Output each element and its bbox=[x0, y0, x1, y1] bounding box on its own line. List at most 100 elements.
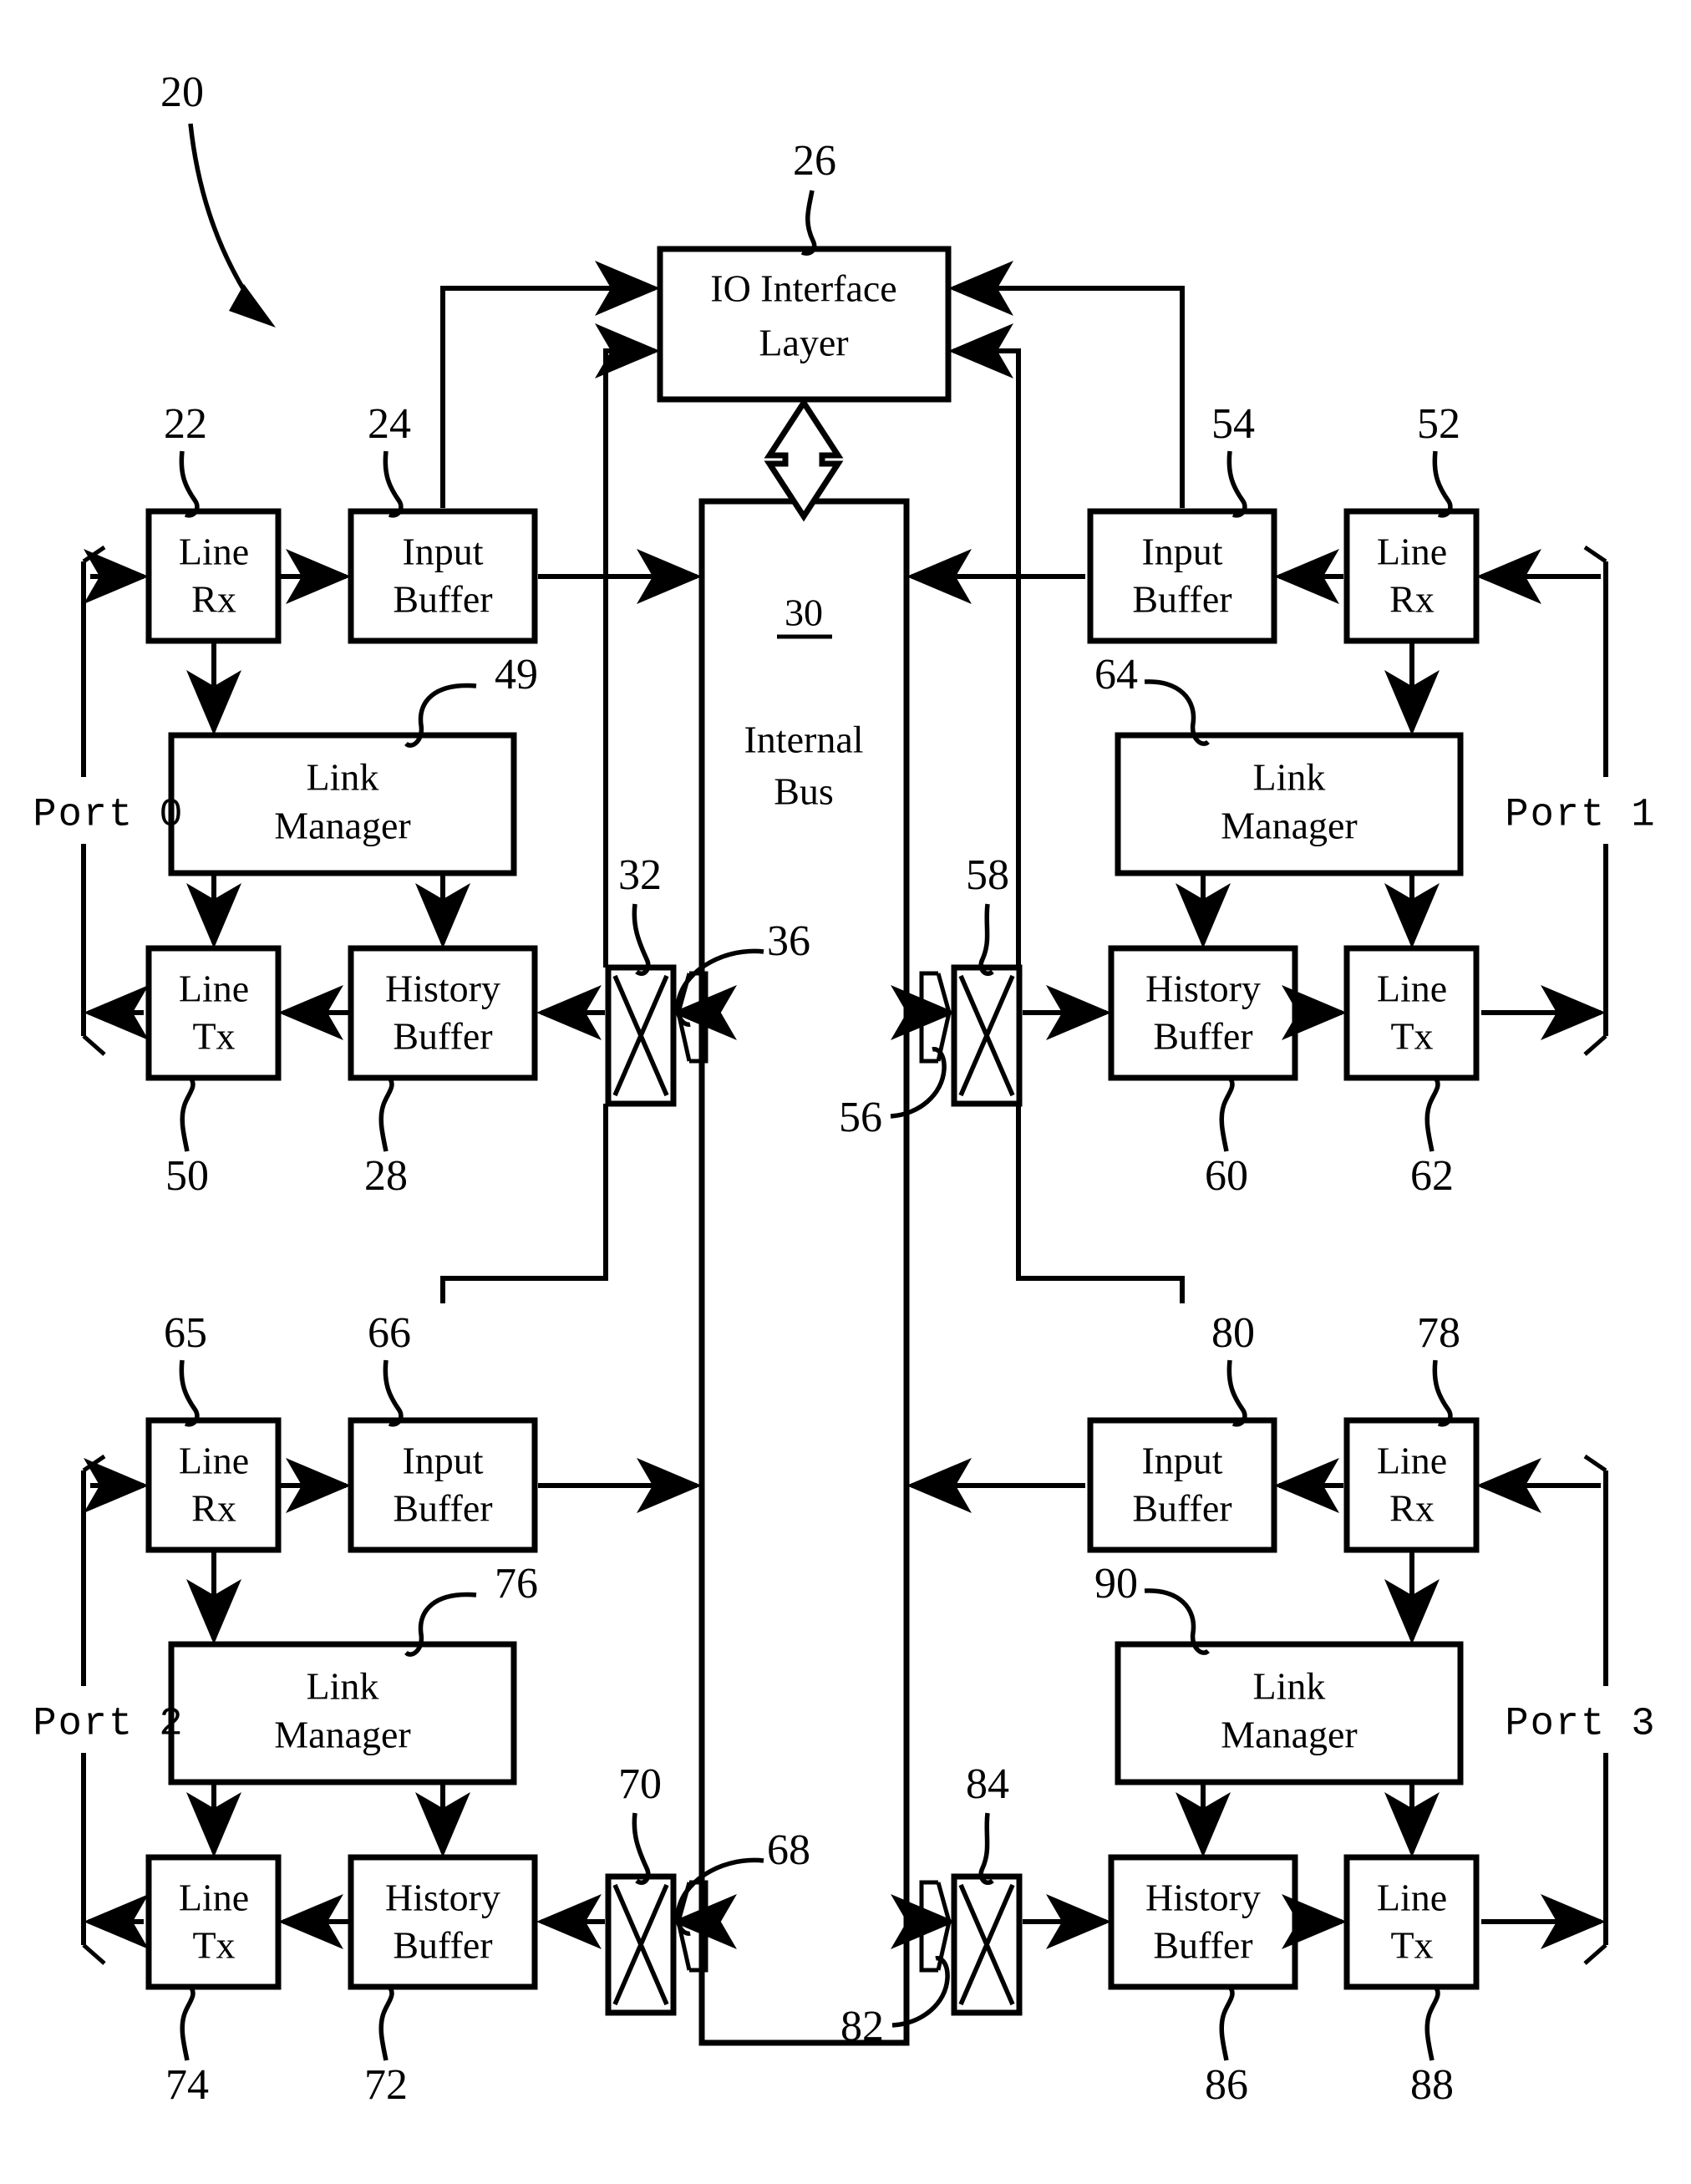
port3-input-buffer-group: Input Buffer 80 bbox=[1087, 1309, 1277, 1553]
port3-tap-lower bbox=[919, 1924, 938, 1973]
ref-numeral-72: 72 bbox=[364, 2061, 408, 2109]
port0-link-manager-label-line1: Link bbox=[307, 756, 379, 799]
leader-line-62 bbox=[1424, 1076, 1440, 1152]
ref-numeral-66: 66 bbox=[368, 1309, 411, 1357]
port2-bracket-tip-bottom bbox=[82, 1943, 106, 1965]
port1-input-buffer-label-line1: Input bbox=[1141, 531, 1222, 573]
ref-numeral-88: 88 bbox=[1410, 2061, 1454, 2109]
ref-numeral-20: 20 bbox=[160, 69, 204, 116]
port1-link-manager-label-line2: Manager bbox=[1221, 805, 1357, 847]
port3-history-buffer-label-line1: History bbox=[1145, 1877, 1261, 1919]
port3-line-tx-label-line2: Tx bbox=[1390, 1924, 1433, 1967]
port0-history-buffer-label-line2: Buffer bbox=[393, 1015, 492, 1058]
port0-history-buffer-label-line1: History bbox=[385, 968, 500, 1010]
port1-link-manager-label-line1: Link bbox=[1253, 756, 1326, 799]
ref-numeral-86: 86 bbox=[1205, 2061, 1248, 2109]
leader-line-86 bbox=[1219, 1985, 1235, 2061]
patent-figure-canvas: IO Interface Layer 26 30 Internal Bus Li… bbox=[0, 0, 1691, 2184]
ref-numeral-64: 64 bbox=[1094, 651, 1138, 698]
port2-input-buffer-label-line2: Buffer bbox=[393, 1487, 492, 1530]
io-interface-layer-label-line1: IO Interface bbox=[710, 267, 896, 310]
port3-link-manager-label-line1: Link bbox=[1253, 1665, 1326, 1708]
port2-bracket-tip-top bbox=[82, 1454, 106, 1473]
leader-line-54 bbox=[1226, 450, 1247, 518]
port3-history-buffer-label-line2: Buffer bbox=[1153, 1924, 1252, 1967]
system-reference-group: 20 bbox=[160, 69, 276, 328]
leader-line-20 bbox=[188, 123, 253, 302]
leader-line-24 bbox=[383, 450, 404, 518]
port1-tap-upper bbox=[919, 971, 938, 1015]
leader-line-50 bbox=[180, 1076, 196, 1152]
port1-bracket-tip-bottom bbox=[1583, 1034, 1607, 1056]
leader-line-88 bbox=[1424, 1985, 1440, 2061]
port2-link-manager-label-line1: Link bbox=[307, 1665, 379, 1708]
leader-line-80 bbox=[1226, 1359, 1247, 1427]
io-interface-layer-group: IO Interface Layer 26 bbox=[657, 137, 952, 403]
port2-line-tx-label-line1: Line bbox=[179, 1877, 249, 1919]
port2-line-tx-group: Line Tx 74 bbox=[145, 1854, 282, 2109]
leader-line-58 bbox=[978, 903, 994, 977]
ref-numeral-80: 80 bbox=[1211, 1309, 1255, 1357]
leader-arrowhead-20 bbox=[229, 284, 276, 328]
internal-bus-label-line1: Internal bbox=[744, 719, 863, 761]
port3-line-tx-label-line1: Line bbox=[1377, 1877, 1447, 1919]
port0-line-rx-label-line2: Rx bbox=[191, 578, 236, 621]
block-diagram-svg: IO Interface Layer 26 30 Internal Bus Li… bbox=[33, 69, 1656, 2109]
port1-bracket-tip-top bbox=[1583, 545, 1607, 564]
port0-line-tx-label-line2: Tx bbox=[192, 1015, 235, 1058]
ref-numeral-62: 62 bbox=[1410, 1152, 1454, 1200]
port1-line-tx-label-line2: Tx bbox=[1390, 1015, 1433, 1058]
port3-link-manager-group: Link Manager 90 bbox=[1094, 1560, 1464, 1785]
port0-bracket-tip-bottom bbox=[82, 1034, 106, 1056]
port2-input-buffer-group: Input Buffer 66 bbox=[348, 1309, 538, 1553]
port0-line-rx-group: Line Rx 22 bbox=[145, 400, 282, 644]
port1-line-tx-group: Line Tx 62 bbox=[1343, 945, 1480, 1200]
leader-line-60 bbox=[1219, 1076, 1235, 1152]
port1-inputbuffer-to-io-route bbox=[948, 261, 1185, 508]
left-trunk-to-port2-inputbuffer bbox=[440, 1104, 608, 1303]
port2-line-rx-label-line2: Rx bbox=[191, 1487, 236, 1530]
port0-line-tx-label-line1: Line bbox=[179, 968, 249, 1010]
ref-numeral-74: 74 bbox=[165, 2061, 209, 2109]
right-trunk-to-port3-inputbuffer bbox=[1016, 1104, 1185, 1303]
port2-line-rx-group: Line Rx 65 bbox=[145, 1309, 282, 1553]
leader-line-65 bbox=[179, 1359, 200, 1427]
ref-numeral-78: 78 bbox=[1417, 1309, 1460, 1357]
ref-numeral-22: 22 bbox=[164, 400, 207, 448]
port2-history-buffer-label-line1: History bbox=[385, 1877, 500, 1919]
leader-line-66 bbox=[383, 1359, 404, 1427]
port3-history-buffer-group: History Buffer 86 bbox=[1108, 1854, 1298, 2109]
leader-line-28 bbox=[378, 1076, 394, 1152]
ref-numeral-65: 65 bbox=[164, 1309, 207, 1357]
ref-numeral-32: 32 bbox=[618, 851, 662, 899]
port1-link-manager-group: Link Manager 64 bbox=[1094, 651, 1464, 876]
port1-tap-converge bbox=[936, 973, 952, 1062]
port0-line-tx-group: Line Tx 50 bbox=[145, 945, 282, 1200]
port1-label: Port 1 bbox=[1505, 793, 1656, 837]
internal-bus-label-line2: Bus bbox=[774, 770, 834, 813]
port2-history-buffer-group: History Buffer 72 bbox=[348, 1854, 538, 2109]
port2-history-buffer-label-line2: Buffer bbox=[393, 1924, 492, 1967]
port0-input-buffer-label-line1: Input bbox=[402, 531, 483, 573]
port2-link-manager-label-line2: Manager bbox=[274, 1714, 410, 1756]
port0-link-manager-label-line2: Manager bbox=[274, 805, 410, 847]
port2-input-buffer-label-line1: Input bbox=[402, 1440, 483, 1482]
ref-numeral-30: 30 bbox=[785, 592, 823, 634]
leader-line-74 bbox=[180, 1985, 196, 2061]
port2-label: Port 2 bbox=[33, 1702, 184, 1746]
port1-line-rx-label-line1: Line bbox=[1377, 531, 1447, 573]
port1-input-buffer-label-line2: Buffer bbox=[1132, 578, 1231, 621]
port1-history-buffer-label-line1: History bbox=[1145, 968, 1261, 1010]
ref-numeral-50: 50 bbox=[165, 1152, 209, 1200]
port0-line-rx-label-line1: Line bbox=[179, 531, 249, 573]
port0-input-buffer-label-line2: Buffer bbox=[393, 578, 492, 621]
port3-input-buffer-label-line2: Buffer bbox=[1132, 1487, 1231, 1530]
port1-bracket-group: Port 1 bbox=[1505, 545, 1656, 1056]
port2-line-tx-label-line2: Tx bbox=[192, 1924, 235, 1967]
port1-line-tx-label-line1: Line bbox=[1377, 968, 1447, 1010]
port0-label: Port 0 bbox=[33, 793, 184, 837]
leader-line-72 bbox=[378, 1985, 394, 2061]
ref-numeral-76: 76 bbox=[495, 1560, 538, 1608]
port2-link-manager-group: Link Manager 76 bbox=[168, 1560, 538, 1785]
port0-history-buffer-group: History Buffer 28 bbox=[348, 945, 538, 1200]
